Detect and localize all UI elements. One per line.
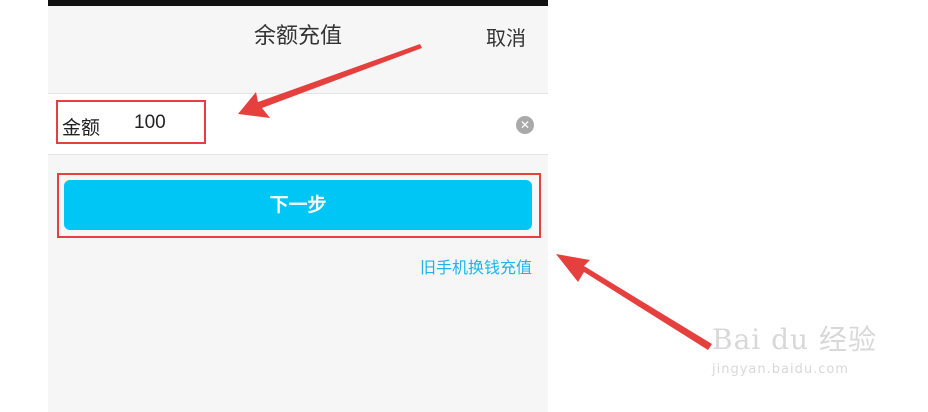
arrow-to-link-icon — [556, 254, 712, 350]
cancel-button[interactable]: 取消 — [486, 22, 526, 51]
page-title: 余额充值 — [253, 24, 342, 49]
watermark-url: jingyan.baidu.com — [712, 362, 849, 377]
watermark-logo: Bai du 经验 — [712, 323, 877, 356]
clear-icon[interactable]: ✕ — [516, 116, 534, 134]
next-step-button[interactable]: 下一步 — [64, 180, 532, 230]
amount-input[interactable] — [134, 108, 474, 138]
amount-row: 金额 ✕ — [48, 93, 548, 155]
recharge-screen: 余额充值 取消 金额 ✕ 下一步 旧手机换钱充值 — [48, 0, 548, 412]
old-phone-recharge-link[interactable]: 旧手机换钱充值 — [420, 254, 532, 278]
status-bar — [48, 0, 548, 6]
amount-label: 金额 — [62, 117, 101, 139]
watermark: Bai du 经验 jingyan.baidu.com — [712, 318, 882, 398]
